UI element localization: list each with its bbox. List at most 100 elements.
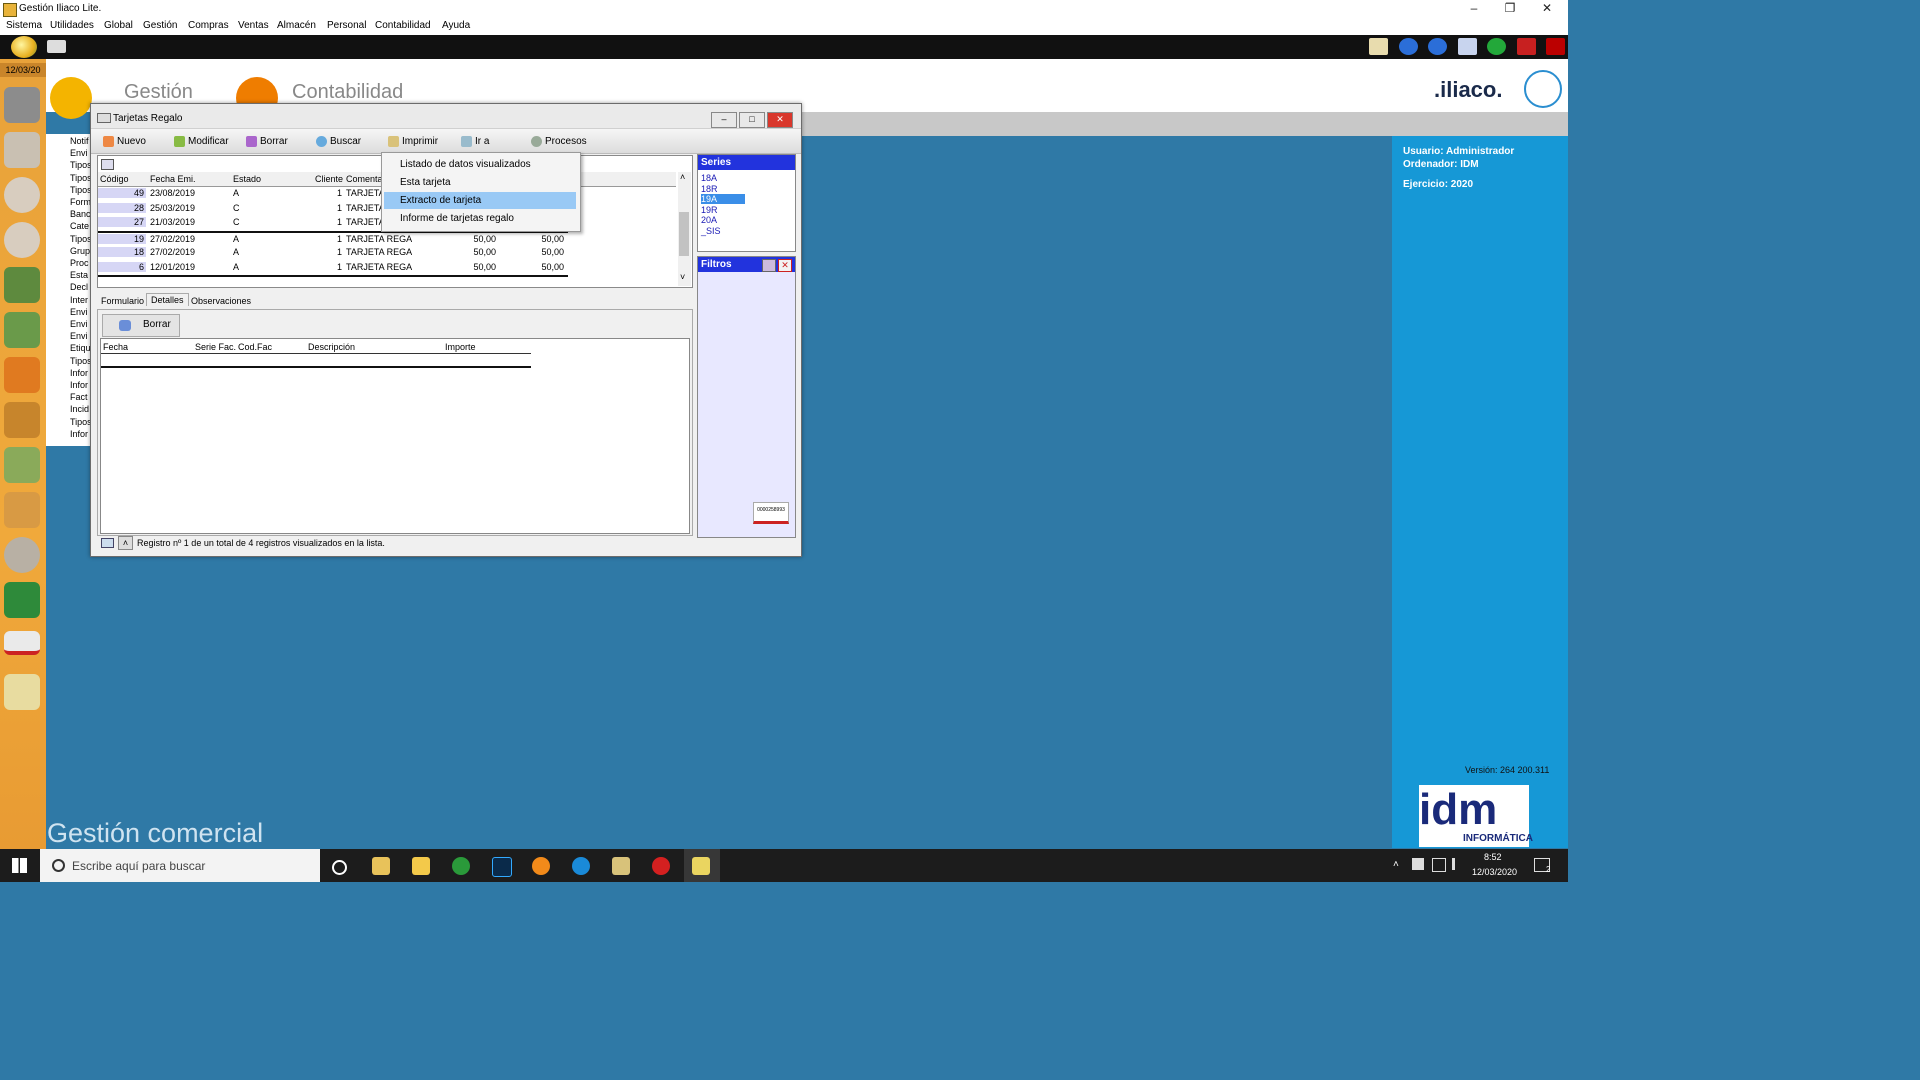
left-name-item[interactable]: Form bbox=[70, 197, 91, 207]
mail-icon[interactable] bbox=[1369, 38, 1388, 55]
filter-close-icon[interactable]: ✕ bbox=[778, 259, 792, 272]
status-up-icon[interactable]: ˄ bbox=[118, 536, 133, 550]
firefox-icon[interactable] bbox=[532, 857, 550, 875]
left-name-item[interactable]: Decl bbox=[70, 282, 88, 292]
window-list-icon[interactable] bbox=[47, 40, 66, 53]
table-row[interactable]: 18 27/02/2019 A 1 TARJETA REGA 50,00 50,00 bbox=[98, 246, 568, 260]
exit-app-icon[interactable] bbox=[1546, 38, 1565, 55]
dcol-importe[interactable]: Importe bbox=[445, 342, 476, 352]
user-icon[interactable] bbox=[4, 177, 40, 213]
tab-formulario[interactable]: Formulario bbox=[97, 295, 148, 307]
left-name-item[interactable]: Tipos bbox=[70, 160, 92, 170]
menu-compras[interactable]: Compras bbox=[188, 20, 229, 31]
menu-global[interactable]: Global bbox=[104, 20, 133, 31]
dcol-serie[interactable]: Serie Fac. bbox=[195, 342, 236, 352]
left-name-item[interactable]: Envi bbox=[70, 148, 88, 158]
window-close-button[interactable]: ✕ bbox=[767, 112, 793, 128]
close-icon[interactable]: ✕ bbox=[1537, 1, 1557, 15]
left-name-item[interactable]: Etiqu bbox=[70, 343, 91, 353]
procesos-button[interactable]: Procesos bbox=[531, 134, 587, 150]
explorer-icon[interactable] bbox=[372, 857, 390, 875]
left-name-item[interactable]: Banc bbox=[70, 209, 91, 219]
series-item[interactable]: 18A bbox=[701, 173, 717, 183]
close-window-icon[interactable] bbox=[1517, 38, 1536, 55]
borrar-button[interactable]: Borrar bbox=[246, 134, 288, 150]
series-item[interactable]: 20A bbox=[701, 215, 717, 225]
series-item[interactable]: 19R bbox=[701, 205, 718, 215]
forward-arrow-icon[interactable] bbox=[1428, 38, 1447, 55]
left-name-item[interactable]: Tipos bbox=[70, 417, 92, 427]
windows-start-icon[interactable] bbox=[12, 858, 27, 873]
minimize-icon[interactable]: – bbox=[1464, 1, 1484, 15]
group-icon[interactable] bbox=[4, 132, 40, 168]
tray-chevron-icon[interactable]: ˄ bbox=[1393, 859, 1399, 870]
letter-a-icon[interactable] bbox=[4, 267, 40, 303]
home-orb-icon[interactable] bbox=[11, 36, 37, 58]
window-minimize-button[interactable]: – bbox=[711, 112, 737, 128]
iliaco-task-icon[interactable] bbox=[612, 857, 630, 875]
photoshop-icon[interactable] bbox=[492, 857, 512, 877]
left-name-item[interactable]: Grup bbox=[70, 246, 90, 256]
popup-extracto[interactable]: Extracto de tarjeta bbox=[384, 192, 576, 209]
menu-contabilidad[interactable]: Contabilidad bbox=[375, 20, 431, 31]
left-name-item[interactable]: Cate bbox=[70, 221, 89, 231]
restore-icon[interactable]: ❐ bbox=[1500, 1, 1520, 15]
scroll-thumb[interactable] bbox=[679, 212, 689, 256]
popup-esta-tarjeta[interactable]: Esta tarjeta bbox=[384, 174, 576, 191]
dcol-descripcion[interactable]: Descripción bbox=[308, 342, 355, 352]
tray-date[interactable]: 12/03/2020 bbox=[1472, 867, 1517, 877]
buscar-button[interactable]: Buscar bbox=[316, 134, 361, 150]
left-name-item[interactable]: Incid bbox=[70, 404, 89, 414]
cortana-icon[interactable] bbox=[332, 860, 347, 875]
menu-bars-icon[interactable] bbox=[1458, 38, 1477, 55]
left-name-item[interactable]: Tipos bbox=[70, 185, 92, 195]
left-name-item[interactable]: Proc bbox=[70, 258, 89, 268]
provider-icon[interactable] bbox=[4, 222, 40, 258]
dcol-codfac[interactable]: Cod.Fac bbox=[238, 342, 272, 352]
menu-ventas[interactable]: Ventas bbox=[238, 20, 269, 31]
dcol-fecha[interactable]: Fecha bbox=[103, 342, 128, 352]
help-icon[interactable] bbox=[1487, 38, 1506, 55]
series-item[interactable]: _SIS bbox=[701, 226, 721, 236]
menu-ayuda[interactable]: Ayuda bbox=[442, 20, 470, 31]
tab-detalles[interactable]: Detalles bbox=[146, 293, 189, 306]
left-name-item[interactable]: Envi bbox=[70, 319, 88, 329]
left-name-item[interactable]: Infor bbox=[70, 429, 88, 439]
menu-personal[interactable]: Personal bbox=[327, 20, 366, 31]
menu-gestion[interactable]: Gestión bbox=[143, 20, 177, 31]
disc-icon[interactable] bbox=[4, 537, 40, 573]
column-chooser-icon[interactable] bbox=[101, 159, 114, 170]
col-fecha[interactable]: Fecha Emi. bbox=[150, 174, 196, 184]
left-name-item[interactable]: Tipos bbox=[70, 356, 92, 366]
left-name-item[interactable]: Fact bbox=[70, 392, 88, 402]
tray-time[interactable]: 8:52 bbox=[1484, 852, 1502, 862]
gift-card-icon[interactable] bbox=[4, 631, 40, 655]
folder-icon[interactable] bbox=[412, 857, 430, 875]
list-scrollbar[interactable]: ˄ ˅ bbox=[678, 172, 691, 286]
detail-borrar-button[interactable]: Borrar bbox=[102, 314, 180, 337]
filter-pin-icon[interactable] bbox=[762, 259, 776, 272]
network-icon[interactable] bbox=[1432, 858, 1446, 872]
menu-utilidades[interactable]: Utilidades bbox=[50, 20, 94, 31]
chrome-icon[interactable] bbox=[452, 857, 470, 875]
popup-informe[interactable]: Informe de tarjetas regalo bbox=[384, 210, 576, 227]
series-item[interactable]: 19A bbox=[701, 194, 745, 204]
series-item[interactable]: 18R bbox=[701, 184, 718, 194]
left-name-item[interactable]: Infor bbox=[70, 368, 88, 378]
folder-icon[interactable] bbox=[4, 492, 40, 528]
left-name-item[interactable]: Inter bbox=[70, 295, 88, 305]
popup-listado[interactable]: Listado de datos visualizados bbox=[384, 156, 576, 173]
window-maximize-button[interactable]: □ bbox=[739, 112, 765, 128]
rx-icon[interactable] bbox=[652, 857, 670, 875]
euro-icon[interactable] bbox=[4, 582, 40, 618]
fc-icon[interactable] bbox=[4, 402, 40, 438]
left-name-item[interactable]: Notif bbox=[70, 136, 89, 146]
edge-icon[interactable] bbox=[572, 857, 590, 875]
col-comentario[interactable]: Comenta bbox=[346, 174, 383, 184]
letter-f-icon[interactable] bbox=[4, 312, 40, 348]
nuevo-button[interactable]: Nuevo bbox=[103, 134, 146, 150]
ir-a-button[interactable]: Ir a bbox=[461, 134, 489, 150]
tab-observaciones[interactable]: Observaciones bbox=[187, 295, 255, 307]
left-name-item[interactable]: Envi bbox=[70, 307, 88, 317]
menu-sistema[interactable]: Sistema bbox=[6, 20, 42, 31]
